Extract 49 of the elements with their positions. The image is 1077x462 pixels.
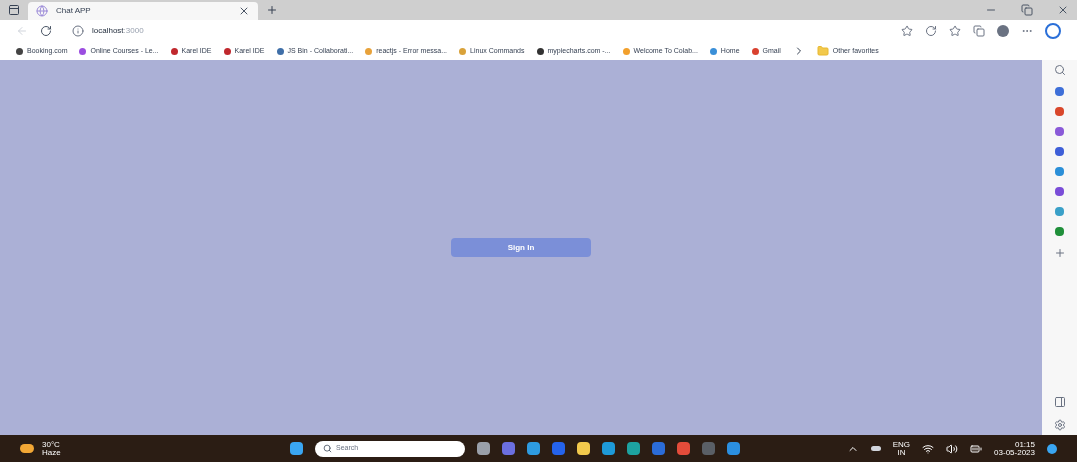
tab-favicon-icon	[36, 5, 48, 17]
sidebar-app-icon[interactable]	[1055, 167, 1064, 176]
tab-actions-icon[interactable]	[8, 4, 20, 16]
add-icon[interactable]	[1053, 247, 1066, 259]
sidebar-app-icon[interactable]	[1055, 227, 1064, 236]
reload-icon[interactable]	[40, 25, 52, 37]
wifi-icon[interactable]	[922, 442, 935, 455]
taskbar-app-icon[interactable]	[627, 442, 640, 455]
start-icon[interactable]	[290, 442, 303, 455]
sidebar-app-icon[interactable]	[1055, 147, 1064, 156]
clock-date: 03-05-2023	[994, 448, 1035, 457]
favorite-icon[interactable]	[901, 25, 913, 37]
info-icon[interactable]	[72, 25, 84, 37]
taskbar-app-icon[interactable]	[527, 442, 540, 455]
profile-icon[interactable]	[997, 25, 1009, 37]
collections-icon[interactable]	[973, 25, 985, 37]
sidebar-app-icon[interactable]	[1055, 107, 1064, 116]
tab-title: Chat APP	[56, 5, 92, 17]
folder-icon	[816, 45, 829, 57]
refresh-icon[interactable]	[925, 25, 937, 37]
hide-sidebar-icon[interactable]	[1053, 396, 1066, 408]
volume-icon[interactable]	[946, 442, 959, 455]
taskbar-app-icon[interactable]	[577, 442, 590, 455]
taskbar-app-icon[interactable]	[727, 442, 740, 455]
tray-app-icon[interactable]	[870, 446, 881, 451]
clock-time: 01:15	[1014, 440, 1035, 449]
taskbar-app-icon[interactable]	[677, 442, 690, 455]
search-icon	[323, 444, 332, 453]
sidebar-app-icon[interactable]	[1055, 207, 1064, 216]
region: IN	[897, 448, 906, 457]
search-icon[interactable]	[1053, 64, 1066, 76]
new-tab-icon[interactable]	[266, 4, 278, 16]
language: ENG	[892, 440, 911, 449]
close-window-icon[interactable]	[1057, 4, 1069, 16]
temperature: 30°C	[42, 440, 61, 449]
restore-icon[interactable]	[1021, 4, 1033, 16]
close-tab-icon[interactable]	[238, 5, 250, 17]
notification-icon[interactable]	[1047, 443, 1057, 454]
sidebar-app-icon[interactable]	[1055, 87, 1064, 96]
browser-tab[interactable]: Chat APP	[28, 2, 258, 20]
taskbar-app-icon[interactable]	[652, 442, 665, 455]
taskbar-app-icon[interactable]	[477, 442, 490, 455]
weather-text: Haze	[42, 448, 61, 457]
favorites-icon[interactable]	[949, 25, 961, 37]
taskbar-app-icon[interactable]	[502, 442, 515, 455]
taskbar-app-icon[interactable]	[602, 442, 615, 455]
sidebar-app-icon[interactable]	[1055, 127, 1064, 136]
sidebar-app-icon[interactable]	[1055, 187, 1064, 196]
settings-icon[interactable]	[1053, 419, 1066, 431]
